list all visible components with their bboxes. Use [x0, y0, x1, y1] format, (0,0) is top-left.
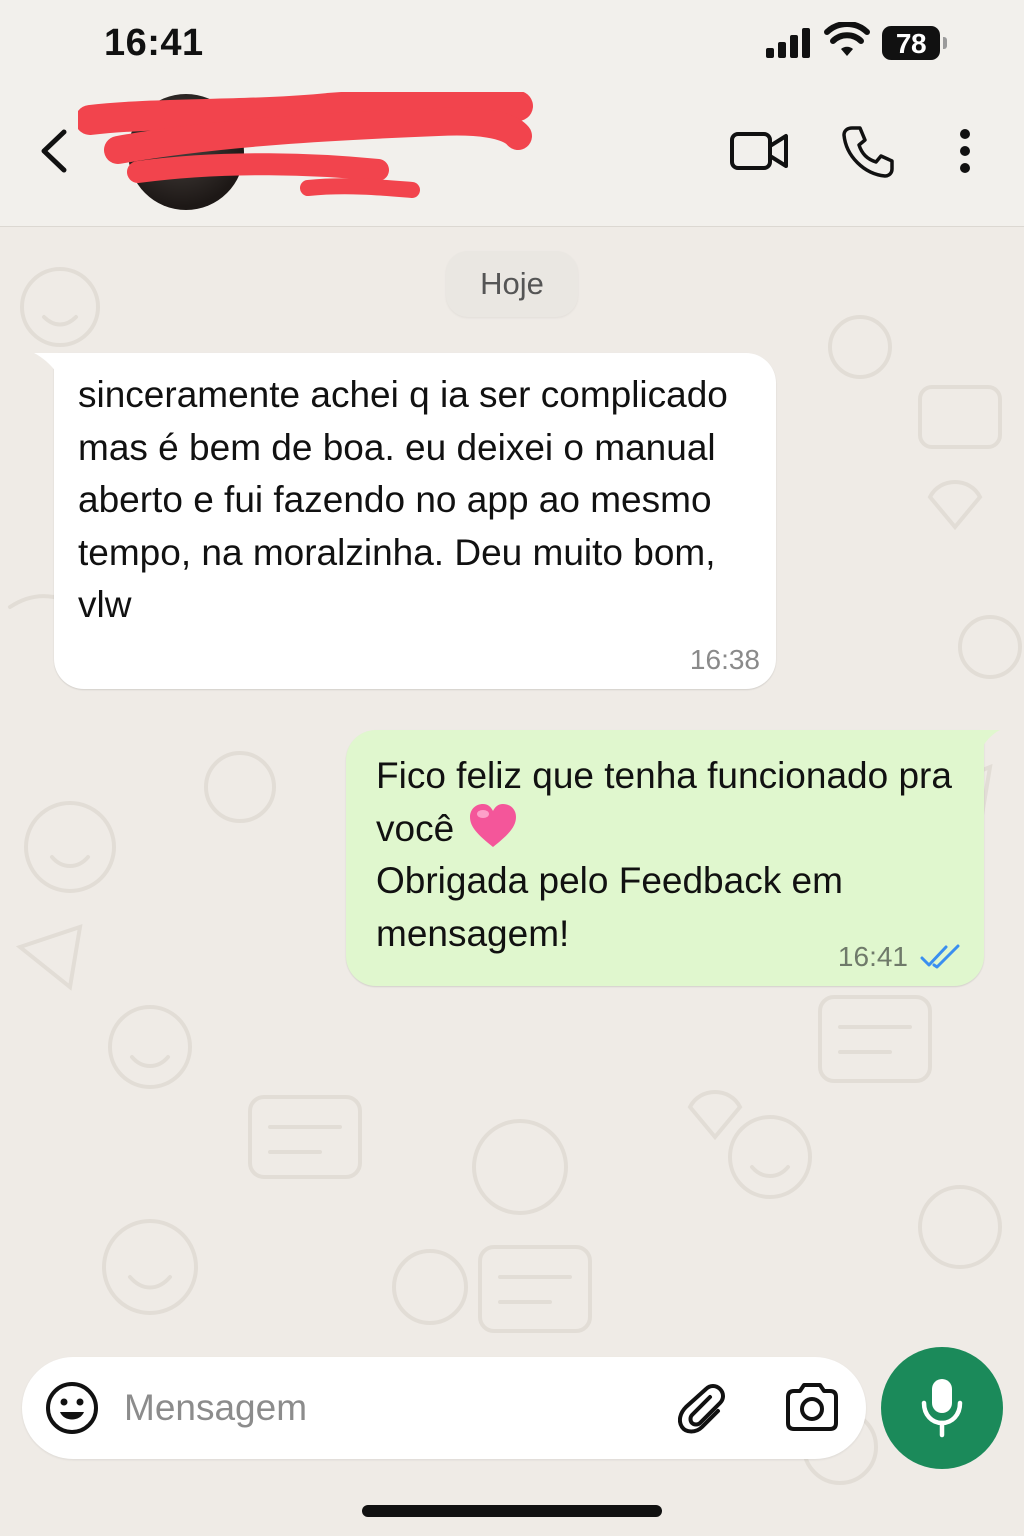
chevron-left-icon: [41, 129, 67, 173]
voice-call-button[interactable]: [840, 124, 896, 180]
message-time: 16:38: [689, 644, 760, 675]
message-time: 16:41: [837, 941, 908, 972]
more-options-button[interactable]: [950, 126, 980, 176]
message-text-line2: Obrigada pelo Feedback em mensagem!: [376, 860, 843, 954]
message-meta: 16:41: [832, 940, 962, 974]
bubble-tail: [34, 353, 58, 375]
message-text: Fico feliz que tenha funcionado pra você…: [376, 750, 976, 960]
incoming-message-bubble[interactable]: sinceramente achei q ia ser complicado m…: [34, 353, 776, 689]
message-text: sinceramente achei q ia ser complicado m…: [78, 374, 728, 625]
message-composer: [22, 1357, 866, 1459]
outgoing-message-bubble[interactable]: Fico feliz que tenha funcionado pra você…: [346, 730, 1000, 986]
pink-heart-emoji-icon: [470, 803, 517, 847]
back-button[interactable]: [32, 126, 78, 176]
battery-indicator: 78: [882, 26, 940, 60]
home-indicator: [362, 1505, 662, 1517]
paperclip-icon: [678, 1384, 725, 1434]
chat-area[interactable]: Hoje sinceramente achei q ia ser complic…: [0, 227, 1024, 1536]
camera-button[interactable]: [784, 1383, 840, 1431]
read-receipt-icon: [920, 944, 960, 969]
status-time: 16:41: [104, 22, 204, 64]
wifi-icon: [824, 22, 870, 56]
attach-button[interactable]: [678, 1383, 728, 1435]
bubble-tail: [980, 730, 1000, 752]
video-camera-icon: [730, 132, 788, 170]
redaction-scribble: [78, 92, 533, 198]
message-text-line1: Fico feliz que tenha funcionado pra você: [376, 755, 952, 849]
emoji-button[interactable]: [44, 1380, 100, 1436]
phone-icon: [842, 126, 894, 178]
camera-icon: [786, 1383, 838, 1431]
chat-header: [0, 90, 1024, 227]
voice-message-button[interactable]: [881, 1347, 1003, 1469]
message-input[interactable]: [124, 1377, 644, 1439]
date-divider: Hoje: [446, 251, 578, 317]
smiley-icon: [46, 1382, 98, 1434]
cellular-signal-icon: [766, 28, 810, 58]
microphone-icon: [921, 1379, 963, 1438]
status-bar: 16:41 78: [0, 0, 1024, 90]
video-call-button[interactable]: [728, 128, 792, 176]
battery-nub: [943, 37, 947, 49]
more-vertical-icon: [960, 129, 970, 173]
